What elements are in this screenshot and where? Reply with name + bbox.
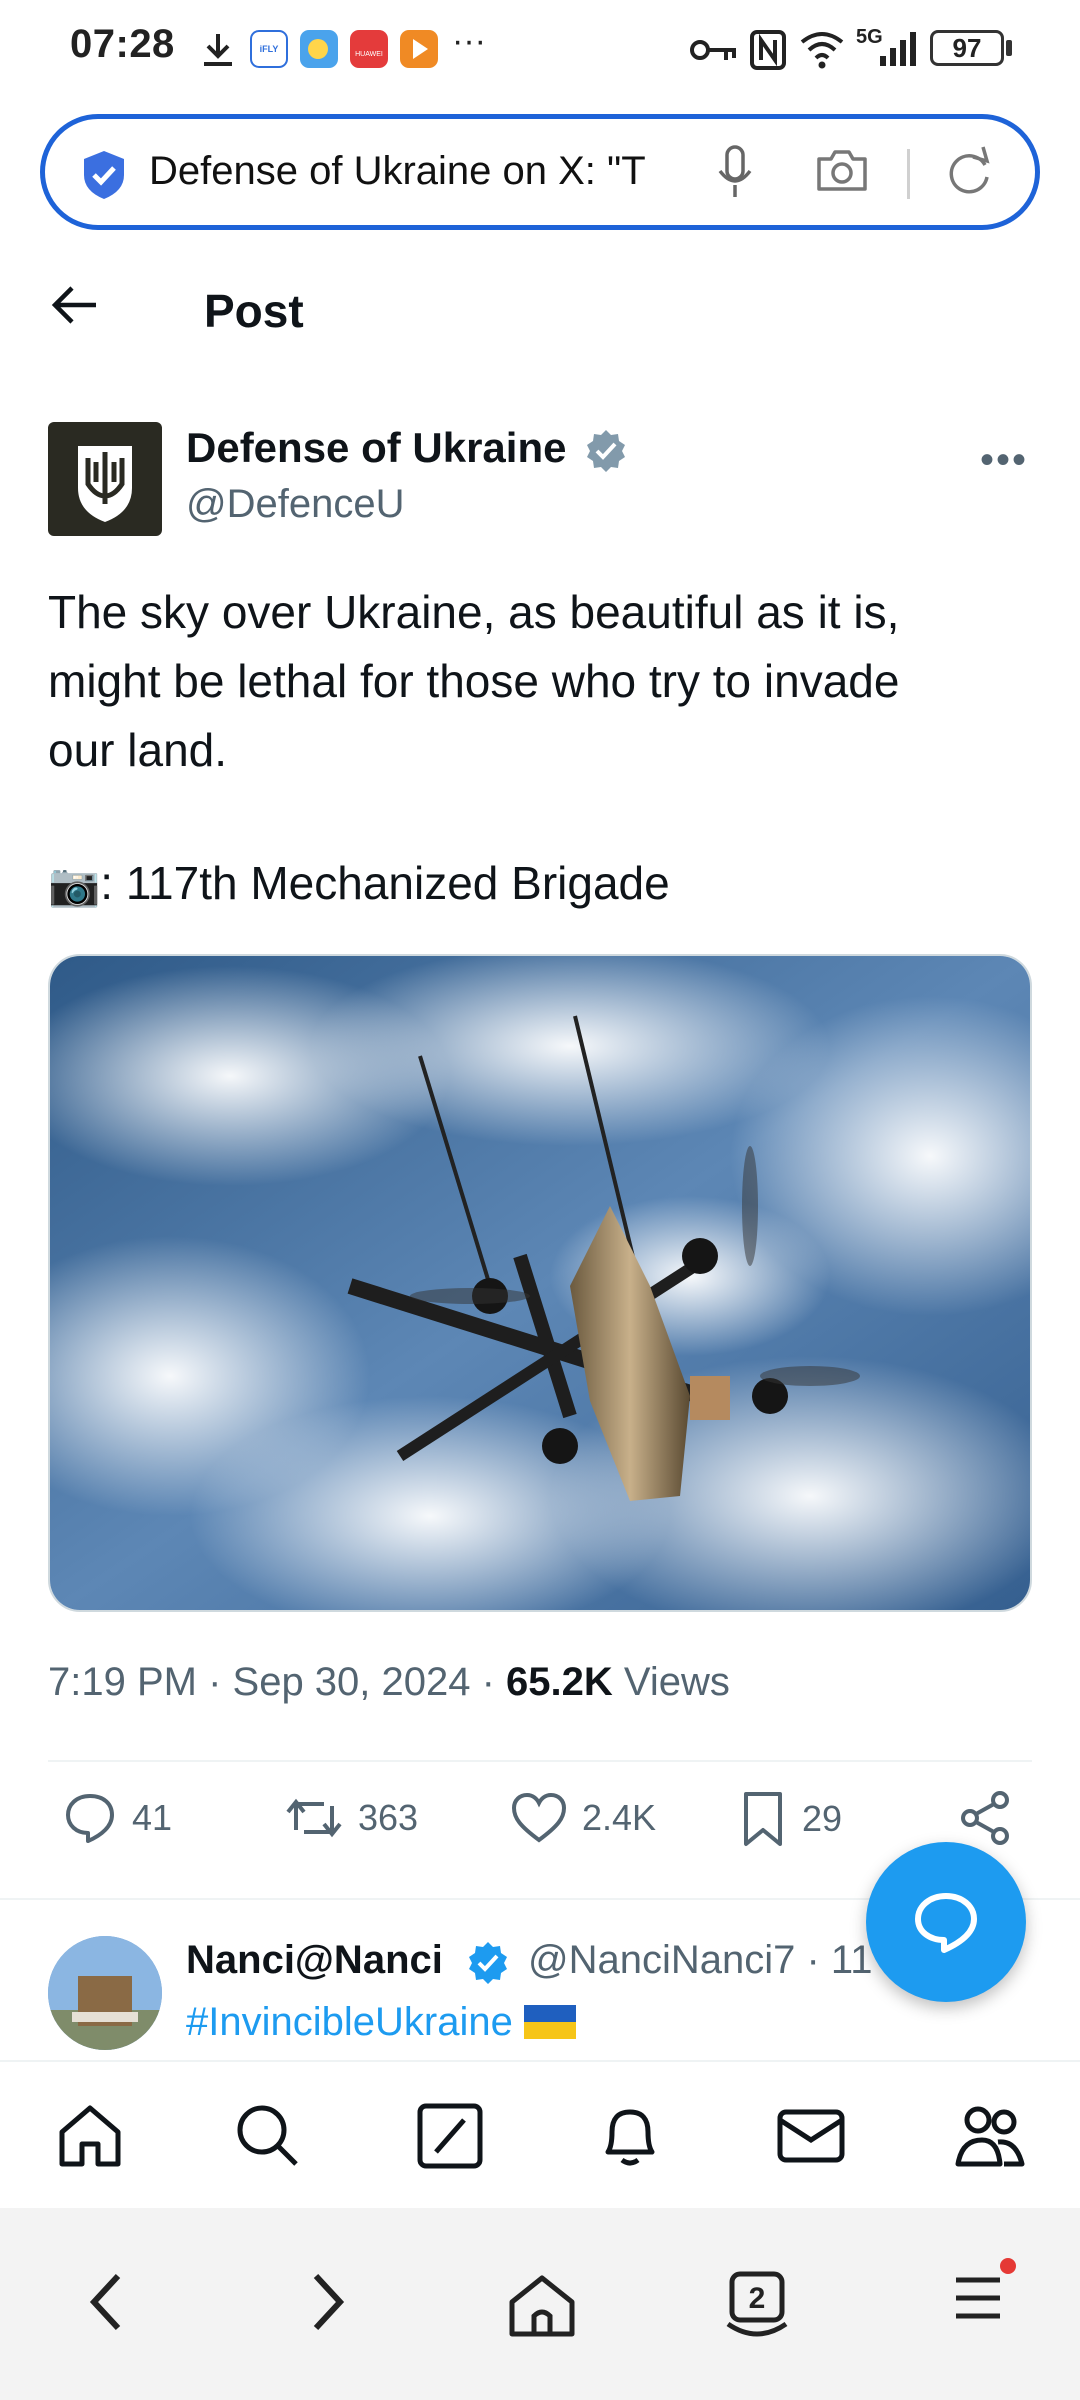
browser-home-icon[interactable] — [506, 2270, 578, 2338]
back-arrow-icon[interactable] — [50, 282, 100, 328]
reply-text[interactable]: #InvincibleUkraine — [186, 2000, 576, 2045]
grok-icon[interactable] — [416, 2102, 484, 2170]
svg-text:2: 2 — [749, 2282, 766, 2315]
page-title: Post — [204, 285, 304, 337]
verified-badge-icon — [587, 430, 625, 472]
browser-forward-icon[interactable] — [306, 2270, 350, 2334]
trident-emblem-icon — [78, 446, 132, 522]
browser-menu-icon[interactable] — [950, 2270, 1006, 2326]
download-icon — [204, 34, 232, 66]
security-shield-icon — [84, 151, 124, 199]
reply-verified-badge-icon — [469, 1942, 507, 1984]
views-label: Views — [612, 1660, 730, 1704]
author-name[interactable]: Defense of Ukraine — [186, 424, 566, 472]
photo-credit-text: : 117th Mechanized Brigade — [100, 857, 670, 909]
repost-icon — [286, 1798, 342, 1838]
repost-count: 363 — [358, 1797, 419, 1838]
weather-app-icon — [300, 30, 338, 68]
search-icon[interactable] — [234, 2102, 302, 2170]
reply-author-name[interactable]: Nanci@Nanci — [186, 1938, 443, 1983]
huawei-app-icon: HUAWEI — [350, 30, 388, 68]
video-app-icon — [400, 30, 438, 68]
camera-search-icon[interactable] — [815, 147, 869, 193]
tweet-meta: 7:19 PM · Sep 30, 2024 · 65.2K Views — [48, 1660, 730, 1705]
battery-icon: 97 — [930, 30, 1004, 66]
messages-envelope-icon[interactable] — [776, 2102, 846, 2170]
browser-toolbar: 2 — [0, 2208, 1080, 2400]
like-count: 2.4K — [582, 1797, 657, 1838]
bookmark-count: 29 — [802, 1798, 843, 1839]
photo-credit: 📷: 117th Mechanized Brigade — [48, 856, 670, 910]
signal-icon — [880, 32, 916, 66]
tabs-icon[interactable]: 2 — [722, 2270, 792, 2342]
address-bar[interactable]: Defense of Ukraine on X: "T — [40, 114, 1040, 230]
ifly-app-icon: iFLY — [250, 30, 288, 68]
author-handle[interactable]: @DefenceU — [186, 482, 404, 527]
tweet-timestamp: 7:19 PM · Sep 30, 2024 · — [48, 1660, 507, 1704]
share-button[interactable] — [958, 1790, 1028, 1846]
share-icon — [961, 1791, 1009, 1845]
status-time: 07:28 — [70, 22, 175, 66]
chat-bubble-icon — [915, 1893, 977, 1953]
menu-notification-dot — [1000, 2258, 1016, 2274]
drone-sky-image — [50, 956, 1030, 1610]
battery-nub — [1006, 40, 1012, 56]
communities-icon[interactable] — [954, 2102, 1026, 2170]
key-icon — [690, 40, 736, 60]
reply-handle[interactable]: @NanciNanci7 · 11 — [528, 1938, 872, 1983]
browser-back-icon[interactable] — [84, 2270, 128, 2334]
microphone-icon[interactable] — [715, 143, 755, 203]
reply-button[interactable]: 41 — [62, 1790, 172, 1846]
author-avatar[interactable] — [48, 422, 162, 536]
bookmark-button[interactable]: 29 — [738, 1790, 842, 1848]
views-count: 65.2K — [506, 1660, 613, 1704]
nfc-icon — [750, 30, 786, 70]
reply-hashtag[interactable]: #InvincibleUkraine — [186, 2000, 524, 2044]
notifications-bell-icon[interactable] — [596, 2102, 664, 2170]
reply-avatar[interactable] — [48, 1936, 162, 2050]
like-button[interactable]: 2.4K — [510, 1790, 656, 1846]
tweet-text: The sky over Ukraine, as beautiful as it… — [48, 586, 900, 776]
divider — [48, 1760, 1032, 1762]
more-notifications-icon: ··· — [452, 22, 486, 60]
heart-icon — [511, 1792, 567, 1843]
compose-fab[interactable] — [866, 1842, 1026, 2002]
reply-count: 41 — [132, 1797, 173, 1838]
reply-avatar-image — [48, 1936, 162, 2050]
bookmark-icon — [744, 1792, 782, 1846]
ukraine-flag-icon — [523, 2005, 576, 2039]
wifi-icon — [800, 32, 844, 69]
app-bottom-nav — [0, 2060, 1080, 2210]
more-options-icon[interactable]: ••• — [980, 438, 1028, 483]
refresh-icon[interactable] — [943, 145, 993, 201]
home-icon[interactable] — [56, 2102, 124, 2170]
camera-emoji-icon: 📷 — [48, 861, 101, 908]
reply-icon — [66, 1794, 114, 1843]
status-bar: 07:28 iFLY HUAWEI ··· 5G 97 — [0, 0, 1080, 100]
address-separator — [907, 149, 910, 199]
repost-button[interactable]: 363 — [284, 1790, 418, 1846]
url-text[interactable]: Defense of Ukraine on X: "T — [149, 149, 719, 194]
tweet-photo[interactable] — [48, 954, 1032, 1612]
